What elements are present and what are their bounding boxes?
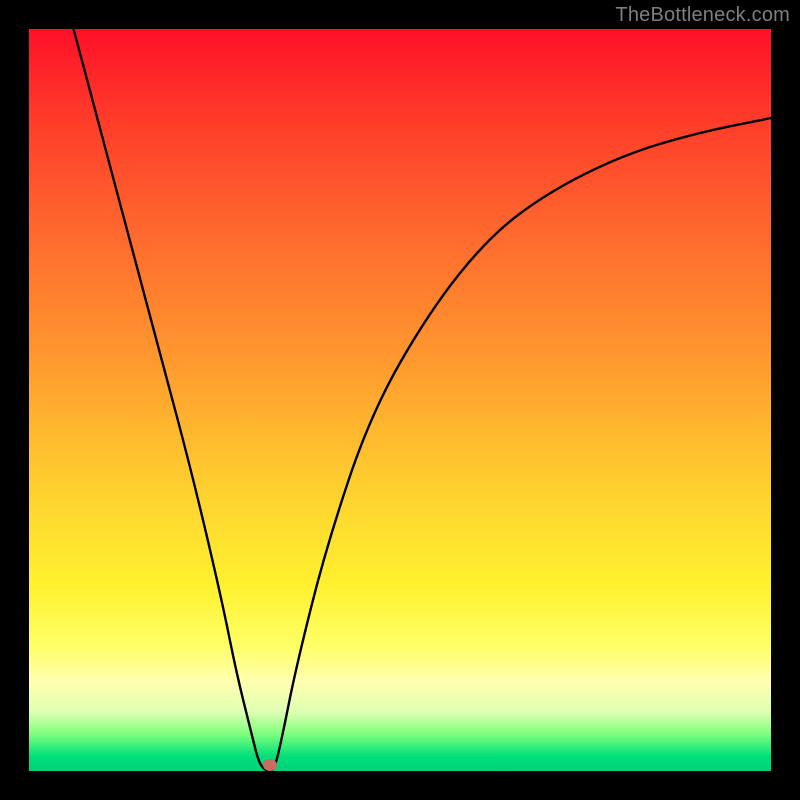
watermark-text: TheBottleneck.com [615,4,790,27]
chart-curve [29,29,771,771]
bottleneck-curve-path [74,29,772,771]
chart-frame: TheBottleneck.com [0,0,800,800]
min-point-marker [263,759,277,771]
plot-area [29,29,771,771]
